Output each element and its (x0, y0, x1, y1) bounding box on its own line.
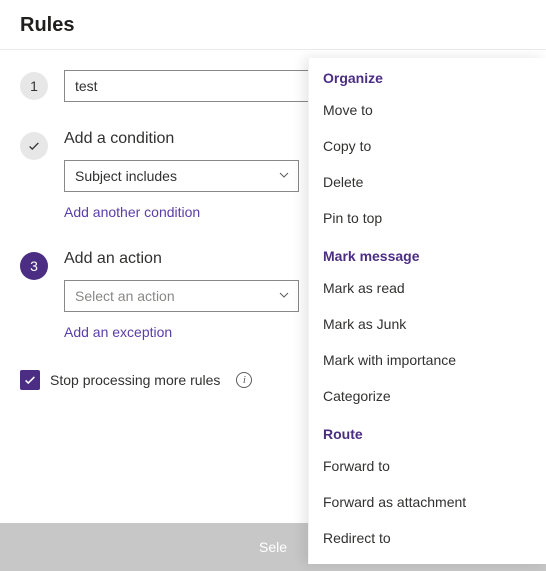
menu-group-mark-message: Mark message (309, 236, 546, 270)
chevron-down-icon (278, 288, 290, 304)
menu-item-redirect-to[interactable]: Redirect to (309, 520, 546, 556)
menu-item-forward-as-attachment[interactable]: Forward as attachment (309, 484, 546, 520)
condition-select[interactable]: Subject includes (64, 160, 299, 192)
step-1-badge: 1 (20, 72, 48, 100)
stop-processing-checkbox[interactable] (20, 370, 40, 390)
menu-item-mark-with-importance[interactable]: Mark with importance (309, 342, 546, 378)
menu-item-categorize[interactable]: Categorize (309, 378, 546, 414)
step-3-badge: 3 (20, 252, 48, 280)
checkmark-icon (23, 373, 37, 387)
menu-item-mark-as-junk[interactable]: Mark as Junk (309, 306, 546, 342)
footer-partial-text: Sele (259, 539, 287, 555)
menu-item-forward-to[interactable]: Forward to (309, 448, 546, 484)
chevron-down-icon (278, 168, 290, 184)
action-dropdown-menu: Organize Move to Copy to Delete Pin to t… (308, 58, 546, 564)
menu-item-move-to[interactable]: Move to (309, 92, 546, 128)
action-select-placeholder: Select an action (75, 288, 175, 304)
info-icon[interactable]: i (236, 372, 252, 388)
page-header: Rules (0, 0, 546, 50)
action-select[interactable]: Select an action (64, 280, 299, 312)
menu-item-copy-to[interactable]: Copy to (309, 128, 546, 164)
page-title: Rules (20, 14, 526, 37)
menu-item-pin-to-top[interactable]: Pin to top (309, 200, 546, 236)
menu-item-mark-as-read[interactable]: Mark as read (309, 270, 546, 306)
add-condition-link[interactable]: Add another condition (64, 204, 200, 220)
condition-select-value: Subject includes (75, 168, 177, 184)
menu-group-route: Route (309, 414, 546, 448)
stop-processing-label: Stop processing more rules (50, 372, 220, 388)
add-exception-link[interactable]: Add an exception (64, 324, 172, 340)
menu-item-delete[interactable]: Delete (309, 164, 546, 200)
checkmark-icon (27, 139, 41, 153)
step-2-badge (20, 132, 48, 160)
menu-group-organize: Organize (309, 58, 546, 92)
